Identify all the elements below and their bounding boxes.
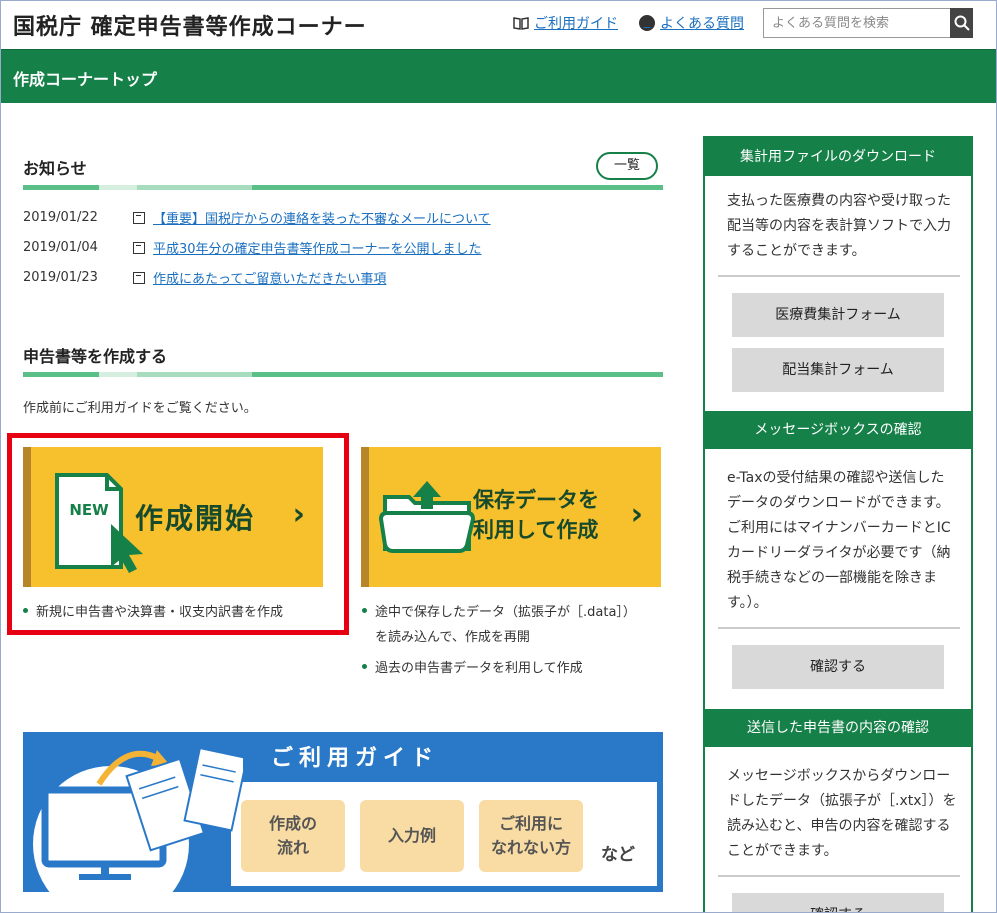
faq-link[interactable]: ? よくある質問 bbox=[639, 13, 744, 33]
news-date: 2019/01/23 bbox=[23, 270, 98, 285]
dividend-form-button[interactable]: 配当集計フォーム bbox=[732, 348, 944, 392]
use-saved-data-button[interactable]: 保存データを 利用して作成 › bbox=[361, 447, 661, 587]
news-link[interactable]: 【重要】国税庁からの連絡を装った不審なメールについて bbox=[153, 208, 491, 227]
sidebar-section-text: 支払った医療費の内容や受け取った配当等の内容を表計算ソフトで入力することができま… bbox=[727, 193, 951, 259]
guide-flow-button[interactable]: 作成の 流れ bbox=[241, 800, 345, 872]
news-item: 2019/01/22 【重要】国税庁からの連絡を装った不審なメールについて bbox=[23, 208, 491, 227]
news-link[interactable]: 平成30年分の確定申告書等作成コーナーを公開しました bbox=[153, 238, 482, 257]
site-header: 国税庁 確定申告書等作成コーナー ご利用ガイド ? よくある質問 bbox=[1, 1, 996, 49]
book-icon bbox=[513, 17, 529, 30]
saved-label-line2: 利用して作成 bbox=[473, 518, 599, 542]
news-item: 2019/01/04 平成30年分の確定申告書等作成コーナーを公開しました bbox=[23, 238, 482, 257]
page-title-bar: 作成コーナートップ bbox=[1, 49, 996, 103]
guide-link-label[interactable]: ご利用ガイド bbox=[534, 13, 618, 33]
sidebar-section-title: メッセージボックスの確認 bbox=[705, 411, 971, 449]
search-input[interactable] bbox=[763, 8, 950, 38]
divider bbox=[718, 627, 960, 629]
guide-banner-title: ご利用ガイド bbox=[271, 746, 440, 771]
guide-example-button[interactable]: 入力例 bbox=[360, 800, 464, 872]
computer-documents-icon bbox=[33, 746, 243, 892]
create-heading: 申告書等を作成する bbox=[23, 347, 168, 366]
message-box-confirm-button[interactable]: 確認する bbox=[732, 645, 944, 689]
guide-suffix: など bbox=[601, 845, 635, 865]
create-note: 作成前にご利用ガイドをご覧ください。 bbox=[23, 401, 257, 416]
saved-bullet: 途中で保存したデータ（拡張子が［.data］） を読み込んで、作成を再開 bbox=[362, 600, 636, 650]
guide-banner[interactable]: ご利用ガイド 作成の 流れ 入力例 ご利用に なれない方 など bbox=[23, 732, 663, 892]
medical-expense-form-button[interactable]: 医療費集計フォーム bbox=[732, 293, 944, 337]
sidebar-section-title: 送信した申告書の内容の確認 bbox=[705, 709, 971, 747]
news-link[interactable]: 作成にあたってご留意いただきたい事項 bbox=[153, 268, 386, 287]
news-date: 2019/01/04 bbox=[23, 240, 98, 255]
sidebar: 集計用ファイルのダウンロード 支払った医療費の内容や受け取った配当等の内容を表計… bbox=[703, 136, 973, 912]
divider bbox=[718, 875, 960, 877]
sidebar-section-title: 集計用ファイルのダウンロード bbox=[705, 138, 971, 176]
folder-upload-icon bbox=[379, 481, 475, 553]
news-heading: お知らせ bbox=[23, 159, 87, 178]
document-icon bbox=[133, 211, 145, 224]
use-saved-data-label: 保存データを 利用して作成 bbox=[473, 485, 599, 545]
start-bullet: 新規に申告書や決算書・収支内訳書を作成 bbox=[23, 600, 283, 625]
guide-link[interactable]: ご利用ガイド bbox=[513, 13, 618, 33]
faq-link-label[interactable]: よくある質問 bbox=[660, 13, 744, 33]
faq-search bbox=[763, 8, 973, 38]
document-icon bbox=[133, 241, 145, 254]
chevron-right-icon: › bbox=[630, 497, 643, 532]
search-button[interactable] bbox=[950, 8, 973, 38]
page-frame: 国税庁 確定申告書等作成コーナー ご利用ガイド ? よくある質問 作成コーナート… bbox=[0, 0, 997, 913]
news-list-button[interactable]: 一覧 bbox=[596, 152, 658, 180]
site-title[interactable]: 国税庁 確定申告書等作成コーナー bbox=[13, 9, 367, 41]
sidebar-section-text: e-Taxの受付結果の確認や送信したデータのダウンロードができます。ご利用にはマ… bbox=[727, 470, 951, 611]
sidebar-section-text: メッセージボックスからダウンロードしたデータ（拡張子が［.xtx］）を読み込むと… bbox=[727, 768, 957, 859]
document-icon bbox=[133, 271, 145, 284]
news-item: 2019/01/23 作成にあたってご留意いただきたい事項 bbox=[23, 268, 386, 287]
page-title: 作成コーナートップ bbox=[13, 70, 158, 89]
divider bbox=[718, 275, 960, 277]
news-heading-underline bbox=[23, 185, 663, 190]
sent-return-confirm-button[interactable]: 確認する bbox=[732, 893, 944, 912]
guide-beginner-button[interactable]: ご利用に なれない方 bbox=[479, 800, 583, 872]
saved-bullet: 過去の申告書データを利用して作成 bbox=[362, 656, 583, 681]
question-icon: ? bbox=[639, 15, 655, 31]
search-icon bbox=[954, 15, 970, 31]
saved-label-line1: 保存データを bbox=[473, 488, 599, 512]
create-heading-underline bbox=[23, 372, 663, 377]
news-date: 2019/01/22 bbox=[23, 210, 98, 225]
